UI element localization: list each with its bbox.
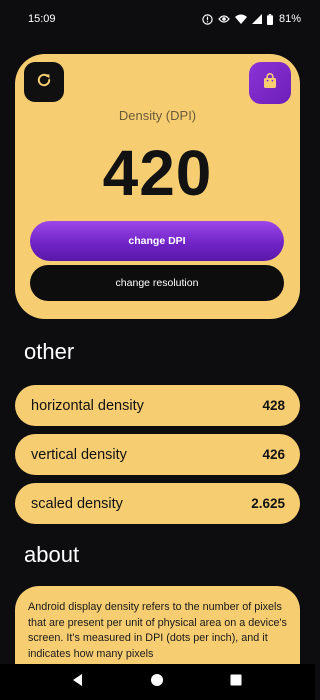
wifi-icon: [234, 14, 247, 24]
row-value: 428: [262, 398, 285, 413]
signal-icon: [251, 14, 262, 24]
row-value: 2.625: [251, 496, 285, 511]
status-bar: 15:09 81%: [0, 0, 315, 38]
change-resolution-label: change resolution: [115, 277, 199, 289]
home-button[interactable]: [147, 672, 167, 692]
back-button[interactable]: [68, 672, 88, 692]
refresh-icon: [35, 71, 53, 94]
vertical-density-row: vertical density 426: [15, 434, 300, 475]
status-time: 15:09: [28, 13, 56, 25]
horizontal-density-row: horizontal density 428: [15, 385, 300, 426]
battery-percent: 81%: [278, 13, 301, 25]
change-dpi-label: change DPI: [128, 235, 186, 247]
row-label: vertical density: [31, 446, 127, 463]
battery-icon: [266, 13, 273, 25]
about-text: Android display density refers to the nu…: [28, 601, 287, 660]
status-icons: 81%: [202, 13, 301, 25]
density-value: 420: [102, 137, 213, 209]
about-heading: about: [24, 542, 80, 567]
eye-icon: [218, 14, 230, 24]
app-screen: 15:09 81% Density (DPI) 420 change DPI c…: [0, 0, 315, 700]
alert-circle-icon: [202, 13, 213, 25]
home-icon: [150, 673, 164, 692]
density-label: Density (DPI): [118, 108, 197, 123]
row-label: scaled density: [31, 495, 123, 512]
row-label: horizontal density: [31, 397, 144, 414]
refresh-button[interactable]: [24, 62, 64, 102]
recents-icon: [229, 673, 243, 692]
shop-button[interactable]: [249, 62, 291, 104]
other-heading: other: [24, 339, 75, 364]
navigation-bar: [0, 664, 315, 700]
scaled-density-row: scaled density 2.625: [15, 483, 300, 524]
shopping-bag-icon: [261, 72, 279, 95]
change-dpi-button[interactable]: change DPI: [30, 221, 284, 261]
density-card: Density (DPI) 420 change DPI change reso…: [15, 54, 300, 319]
row-value: 426: [262, 447, 285, 462]
back-icon: [71, 673, 85, 692]
recents-button[interactable]: [226, 672, 246, 692]
change-resolution-button[interactable]: change resolution: [30, 265, 284, 301]
